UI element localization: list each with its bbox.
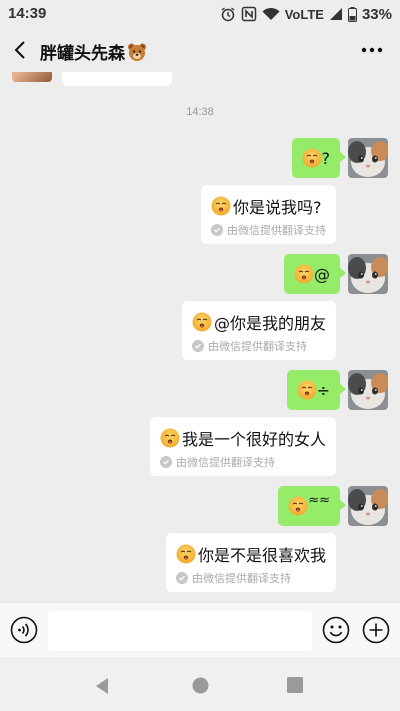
check-icon [175,572,188,584]
check-icon [159,456,172,468]
kiss-face-icon [294,264,314,284]
alarm-icon [220,6,236,22]
nav-home-button[interactable] [192,677,209,698]
my-avatar[interactable] [348,138,388,178]
kiss-face-icon [160,428,180,448]
nfc-icon [241,6,257,22]
contact-avatar[interactable] [12,72,52,82]
translation-note-text: 由微信提供翻译支持 [175,456,275,469]
sent-text: @ [314,264,330,284]
chat-area[interactable]: 14:38 ? 你是说我吗? 由微信提供翻译支持 @ @你是我的朋友 由微信提供… [0,72,400,602]
sent-bubble[interactable]: ≈≈ [278,486,346,526]
kiss-face-icon [211,196,231,216]
status-time: 14:39 [8,5,47,22]
kiss-face-icon [288,496,308,516]
translation-text-row: 你是说我吗? [211,194,326,218]
chat-timestamp: 14:38 [186,106,214,118]
message-input[interactable] [48,611,312,651]
status-icons: VoLTE 33% [220,4,392,24]
translation-note: 由微信提供翻译支持 [211,222,326,238]
input-bar [0,602,400,658]
wifi-icon [262,7,280,21]
chat-title-text: 胖罐头先森 [40,44,125,64]
sent-bubble[interactable]: @ [284,254,346,294]
more-options-button[interactable] [358,38,386,62]
sent-message: ÷ [286,370,388,410]
triangle-back-icon [96,678,108,694]
battery-icon [347,6,357,22]
more-dots-icon [361,47,383,53]
partial-message-bubble[interactable] [62,72,172,86]
circle-home-icon [192,677,209,694]
translation-card[interactable]: 你是不是很喜欢我 由微信提供翻译支持 [165,533,336,592]
sent-bubble[interactable]: ÷ [286,370,347,410]
translation-note-text: 由微信提供翻译支持 [191,572,291,585]
status-bar: 14:39 VoLTE 33% [0,0,400,28]
kiss-face-icon [302,148,322,168]
translation-text: 你是不是很喜欢我 [197,546,326,565]
android-navigation-bar [0,658,400,711]
my-avatar[interactable] [348,486,388,526]
my-avatar[interactable] [348,370,388,410]
sent-bubble[interactable]: ? [291,138,346,178]
translation-note-text: 由微信提供翻译支持 [227,224,326,237]
emoji-icon [322,616,350,644]
translation-note-text: 由微信提供翻译支持 [207,340,307,353]
translation-card[interactable]: 我是一个很好的女人 由微信提供翻译支持 [149,417,336,476]
signal-icon [329,7,343,21]
translation-text-row: 你是不是很喜欢我 [176,542,326,566]
chat-header: 胖罐头先森 [0,28,400,72]
bear-face-icon [128,43,146,61]
translation-text-row: @你是我的朋友 [192,310,326,334]
sent-message: ? [291,138,389,178]
translation-note: 由微信提供翻译支持 [175,570,326,586]
translation-text: @你是我的朋友 [213,314,326,333]
volte-icon: VoLTE [284,6,324,22]
translation-note: 由微信提供翻译支持 [191,338,326,354]
battery-percent: 33% [361,5,392,23]
sent-text: ≈≈ [308,492,330,508]
my-avatar[interactable] [348,254,388,294]
chevron-left-icon [14,41,25,59]
sent-message: ≈≈ [278,486,388,526]
translation-card[interactable]: @你是我的朋友 由微信提供翻译支持 [181,301,336,360]
translation-text-row: 我是一个很好的女人 [160,426,326,450]
check-icon [211,224,223,236]
back-button[interactable] [6,36,34,64]
chat-title: 胖罐头先森 [40,39,147,64]
voice-icon [10,616,38,644]
nav-back-button[interactable] [94,677,110,699]
translation-text: 你是说我吗? [233,198,322,217]
kiss-face-icon [176,544,196,564]
sent-message: @ [284,254,388,294]
kiss-face-icon [192,312,212,332]
voice-button[interactable] [10,616,38,644]
plus-icon [362,616,390,644]
translation-card[interactable]: 你是说我吗? 由微信提供翻译支持 [201,185,336,244]
sent-text: ? [321,148,331,168]
nav-recents-button[interactable] [287,677,303,697]
sent-text: ÷ [316,380,330,400]
more-functions-button[interactable] [362,616,390,644]
emoji-button[interactable] [322,616,350,644]
translation-note: 由微信提供翻译支持 [159,454,326,470]
square-recents-icon [287,677,303,693]
kiss-face-icon [297,380,317,400]
check-icon [191,340,204,352]
translation-text: 我是一个很好的女人 [181,430,326,449]
